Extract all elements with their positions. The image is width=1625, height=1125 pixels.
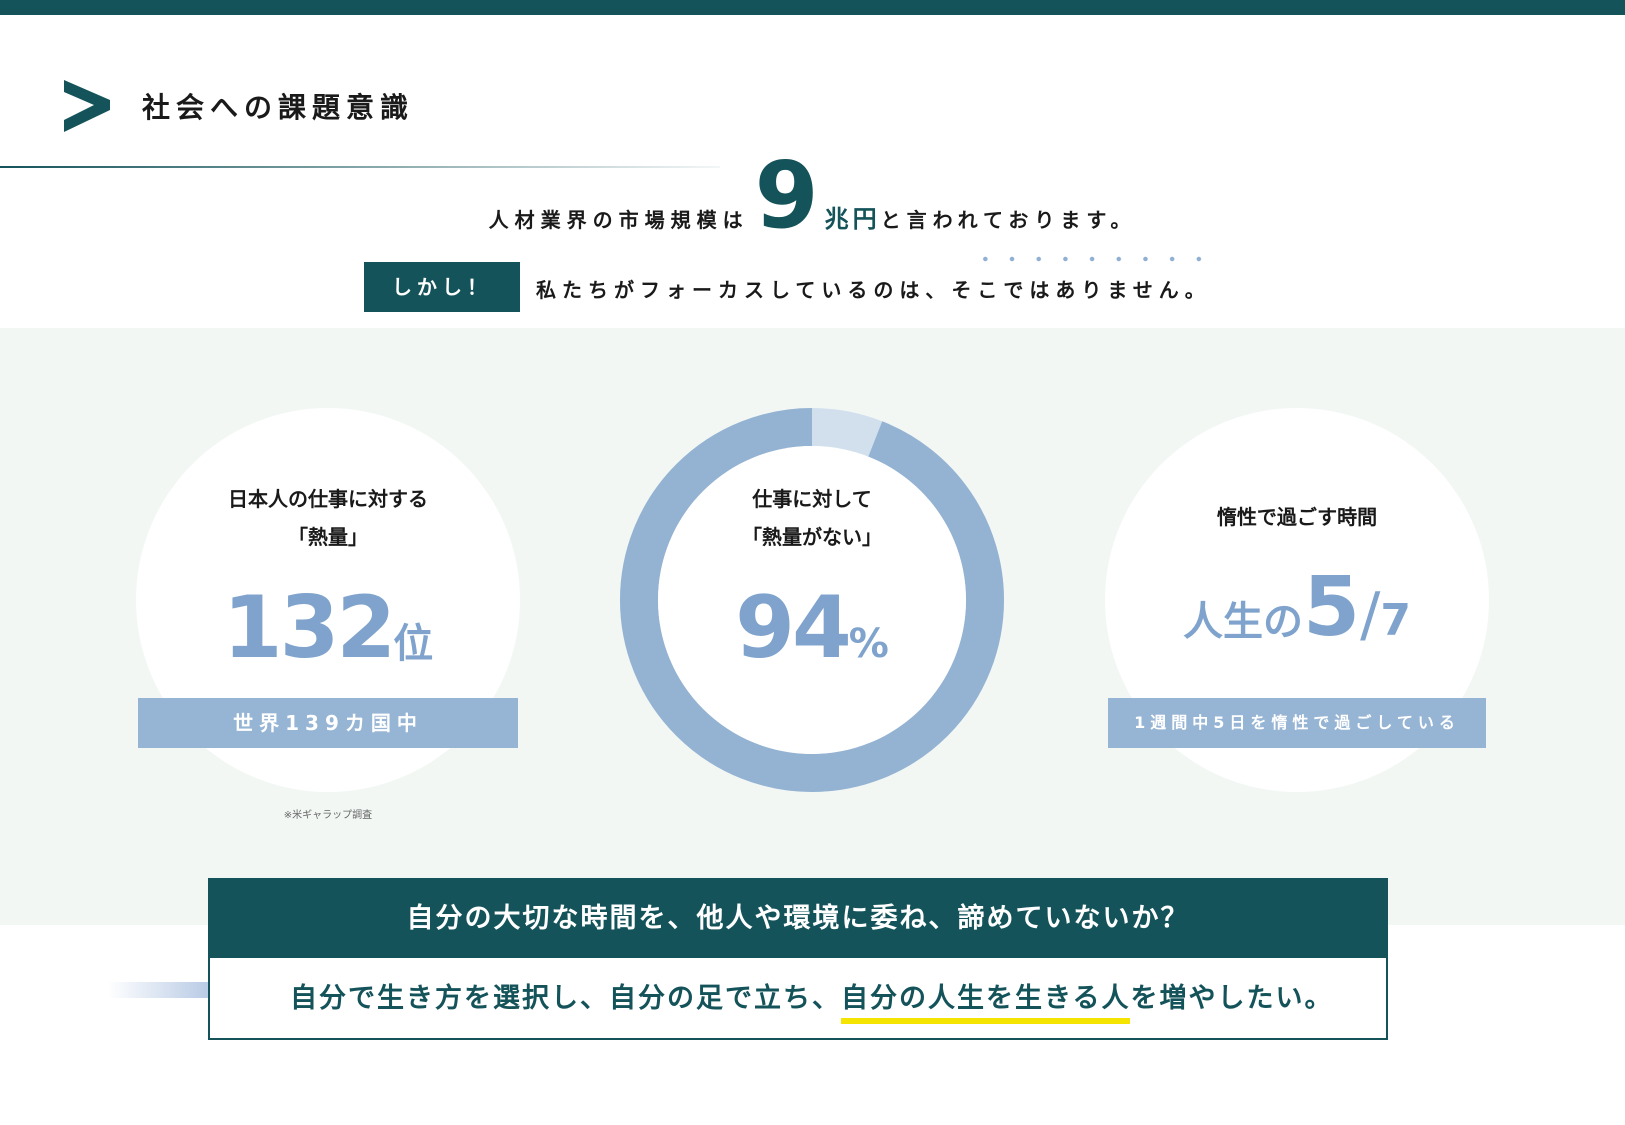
conclusion-box: 自分の大切な時間を、他人や環境に委ね、諦めていないか？ 自分で生き方を選択し、自… [208, 878, 1388, 1040]
inertia-heading: 惰性で過ごす時間 [1216, 505, 1378, 529]
answer-start: 自分で生き方を選択し、自分の足で立ち、 [290, 983, 841, 1014]
no-passion-suffix: % [848, 621, 889, 667]
answer-end: を増やしたい。 [1130, 983, 1334, 1014]
top-accent-bar [0, 0, 1625, 15]
source-note: ※米ギャラップ調査 [283, 810, 373, 821]
inertia-prefix: 人生の [1183, 599, 1304, 645]
market-size-unit: 兆円 [824, 205, 881, 233]
no-passion-text: 仕事に対して 「熱量がない」 94% [620, 408, 1004, 792]
emphasis-dots [972, 256, 1202, 262]
ranking-suffix: 位 [393, 621, 434, 667]
ranking-heading-line1: 日本人の仕事に対する [228, 487, 428, 511]
market-size-statement: 人材業界の市場規模は9 兆円と言われております。 [0, 150, 1625, 242]
chevron-logo-icon [64, 80, 110, 132]
inertia-numerator: 5 [1303, 560, 1361, 655]
no-passion-value: 94% [620, 578, 1004, 678]
however-badge: しかし！ [364, 262, 520, 312]
inertia-slash: / [1360, 580, 1381, 650]
inertia-value: 人生の5/7 [1105, 560, 1489, 655]
ranking-scope-bar: 世界139カ国中 [138, 698, 518, 748]
market-size-prefix: 人材業界の市場規模は [488, 208, 749, 232]
conclusion-question: 自分の大切な時間を、他人や環境に委ね、諦めていないか？ [210, 880, 1386, 958]
focus-message: 私たちがフォーカスしているのは、そこではありません。 [536, 278, 1211, 302]
inertia-detail-bar: 1週間中5日を惰性で過ごしている [1108, 698, 1486, 748]
ranking-number: 132 [222, 578, 397, 678]
market-size-suffix: と言われております。 [880, 208, 1137, 232]
ranking-value: 132位 [136, 578, 520, 678]
no-passion-heading-line1: 仕事に対して [752, 487, 872, 511]
no-passion-heading-line2: 「熱量がない」 [742, 525, 882, 549]
answer-highlight: 自分の人生を生きる人 [841, 983, 1131, 1014]
no-passion-number: 94 [735, 578, 852, 678]
market-size-number: 9 [754, 142, 819, 249]
inertia-denominator: 7 [1380, 595, 1411, 646]
conclusion-answer: 自分で生き方を選択し、自分の足で立ち、自分の人生を生きる人を増やしたい。 [290, 976, 1333, 1015]
ranking-heading-line2: 「熱量」 [288, 525, 368, 549]
section-title: 社会への課題意識 [142, 91, 415, 124]
